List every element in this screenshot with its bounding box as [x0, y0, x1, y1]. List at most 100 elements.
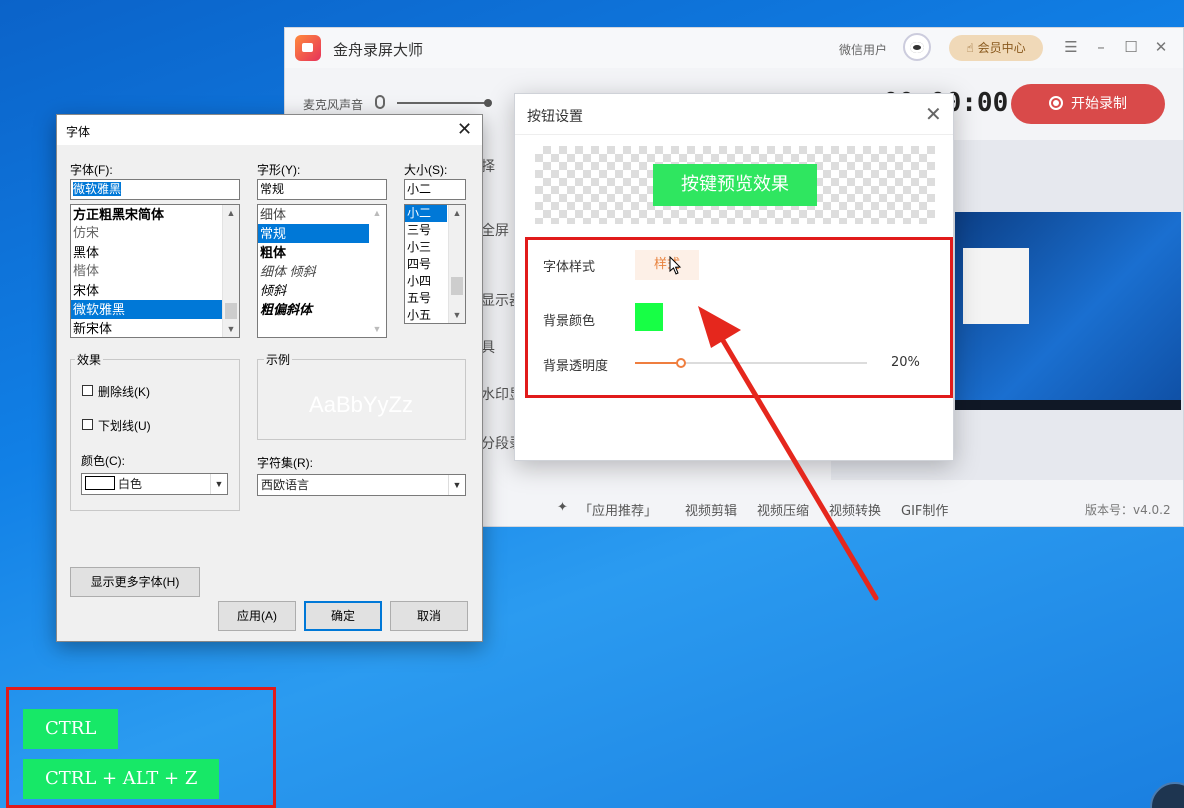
mic-volume-slider[interactable] [397, 99, 492, 107]
list-item[interactable]: 微软雅黑 [71, 300, 239, 319]
close-icon[interactable]: ✕ [457, 118, 472, 140]
font-list-scrollbar[interactable]: ▲ ▼ [222, 205, 239, 337]
scroll-down-icon[interactable]: ▼ [369, 321, 385, 337]
scroll-up-icon[interactable]: ▲ [369, 205, 385, 221]
apply-button[interactable]: 应用(A) [218, 601, 296, 631]
key-badge-ctrl: CTRL [23, 709, 119, 749]
color-select[interactable]: 白色 ▼ [81, 473, 228, 495]
footer-app-recommend[interactable]: 「应用推荐」 [579, 500, 657, 519]
tool-label[interactable]: 具 [481, 337, 495, 357]
style-list-scrollbar[interactable]: ▲ ▼ [369, 205, 386, 337]
effects-group-title: 效果 [75, 351, 104, 368]
font-family-label: 字体(F): [70, 163, 113, 177]
thumbnail-window [963, 248, 1029, 324]
rocket-icon: ✦ [557, 500, 568, 515]
font-size-input[interactable]: 小二 [404, 179, 466, 200]
bg-opacity-slider[interactable] [635, 358, 867, 368]
footer-video-convert[interactable]: 视频转换 [829, 500, 881, 519]
color-swatch [85, 476, 115, 490]
list-item[interactable]: 方正粗黑宋简体 [71, 205, 239, 224]
app-titlebar: 金舟录屏大师 微信用户 ☝ 会员中心 ☰ – ☐ ✕ [285, 28, 1183, 68]
footer-gif-make[interactable]: GIF制作 [901, 500, 948, 519]
divider [515, 134, 953, 135]
list-item[interactable]: 新宋体 [71, 319, 239, 337]
scroll-up-icon[interactable]: ▲ [449, 205, 465, 221]
charset-select-value: 西欧语言 [261, 478, 310, 492]
app-title: 金舟录屏大师 [333, 41, 424, 59]
version-text: 版本号：v4.0.2 [1085, 503, 1171, 517]
vip-center-button[interactable]: ☝ 会员中心 [949, 35, 1043, 61]
start-record-button[interactable]: 开始录制 [1011, 84, 1165, 124]
maximize-icon[interactable]: ☐ [1120, 36, 1142, 58]
charset-label: 字符集(R): [257, 456, 313, 470]
list-item[interactable]: 细体 [258, 205, 386, 224]
close-icon[interactable]: ✕ [925, 102, 942, 126]
sample-group: AaBbYyZz [257, 359, 466, 440]
bg-opacity-label: 背景透明度 [543, 359, 609, 374]
chevron-down-icon[interactable]: ▼ [210, 474, 227, 494]
list-item[interactable]: 小二 [405, 205, 447, 222]
font-family-input[interactable]: 微软雅黑 [70, 179, 240, 200]
underline-label[interactable]: 下划线(U) [98, 417, 151, 434]
desktop-thumbnail [955, 212, 1181, 410]
font-size-list[interactable]: 小二 三号 小三 四号 小四 五号 小五 ▲ ▼ [404, 204, 466, 324]
avatar[interactable] [903, 33, 931, 61]
ok-button[interactable]: 确定 [304, 601, 382, 631]
font-dialog: 字体 ✕ 字体(F): 微软雅黑 方正粗黑宋简体 仿宋 黑体 楷体 宋体 微软雅… [56, 114, 483, 642]
footer-video-edit[interactable]: 视频剪辑 [685, 500, 737, 519]
mic-volume-label: 麦克风声音 [303, 98, 364, 112]
menu-icon[interactable]: ☰ [1060, 36, 1082, 58]
footer-video-compress[interactable]: 视频压缩 [757, 500, 809, 519]
thumb-up-icon: ☝ [966, 41, 974, 55]
mouse-cursor-icon [669, 256, 682, 275]
list-item[interactable]: 黑体 [71, 243, 239, 262]
preview-area: 按键预览效果 [535, 146, 935, 224]
font-dialog-title: 字体 [66, 125, 91, 139]
sample-text: AaBbYyZz [309, 392, 413, 417]
key-badge-ctrl-alt-z: CTRL + ALT + Z [23, 759, 220, 799]
strikeout-label[interactable]: 删除线(K) [98, 383, 150, 400]
list-item[interactable]: 细体 倾斜 [258, 262, 386, 281]
list-item[interactable]: 宋体 [71, 281, 239, 300]
font-style-list[interactable]: 细体 常规 粗体 细体 倾斜 倾斜 粗偏斜体 ▲ ▼ [257, 204, 387, 338]
list-item[interactable]: 倾斜 [258, 281, 386, 300]
bg-opacity-value: 20% [891, 355, 920, 370]
scroll-down-icon[interactable]: ▼ [223, 321, 239, 337]
scroll-thumb[interactable] [451, 277, 463, 295]
key-preview: 按键预览效果 [653, 164, 817, 206]
user-name[interactable]: 微信用户 [839, 41, 887, 58]
cancel-button[interactable]: 取消 [390, 601, 468, 631]
color-select-value: 白色 [118, 477, 143, 491]
microphone-icon[interactable] [375, 95, 385, 109]
mode-label-select[interactable]: 择 [481, 156, 495, 176]
strikeout-checkbox[interactable] [82, 385, 93, 396]
list-item[interactable]: 楷体 [71, 262, 239, 281]
minimize-icon[interactable]: – [1090, 36, 1112, 58]
underline-checkbox[interactable] [82, 419, 93, 430]
mode-label-fullscreen[interactable]: 全屏 [481, 220, 509, 240]
start-record-label: 开始录制 [1071, 96, 1127, 112]
font-style-button[interactable]: 样式 [635, 250, 699, 280]
list-item[interactable]: 粗体 [258, 243, 386, 262]
scroll-thumb[interactable] [225, 303, 237, 319]
font-family-list[interactable]: 方正粗黑宋简体 仿宋 黑体 楷体 宋体 微软雅黑 新宋体 ▲ ▼ [70, 204, 240, 338]
list-item[interactable]: 常规 [258, 224, 386, 243]
scroll-up-icon[interactable]: ▲ [223, 205, 239, 221]
list-item[interactable]: 粗偏斜体 [258, 300, 386, 319]
bg-color-swatch[interactable] [635, 303, 663, 331]
font-style-label: 字形(Y): [257, 163, 301, 177]
show-more-fonts-button[interactable]: 显示更多字体(H) [70, 567, 200, 597]
floating-widget-icon[interactable] [1150, 782, 1184, 808]
color-label: 颜色(C): [81, 454, 125, 468]
button-settings-dialog: 按钮设置 ✕ 按键预览效果 字体样式 样式 背景颜色 背景透明度 20% [514, 93, 954, 461]
font-style-input[interactable]: 常规 [257, 179, 387, 200]
vip-center-label: 会员中心 [977, 41, 1026, 55]
scroll-down-icon[interactable]: ▼ [449, 307, 465, 323]
list-item[interactable]: 仿宋 [71, 224, 239, 243]
chevron-down-icon[interactable]: ▼ [448, 475, 465, 495]
size-list-scrollbar[interactable]: ▲ ▼ [448, 205, 465, 323]
app-logo-icon [295, 35, 321, 61]
font-dialog-titlebar: 字体 ✕ [57, 115, 482, 145]
close-icon[interactable]: ✕ [1150, 36, 1172, 58]
charset-select[interactable]: 西欧语言 ▼ [257, 474, 466, 496]
